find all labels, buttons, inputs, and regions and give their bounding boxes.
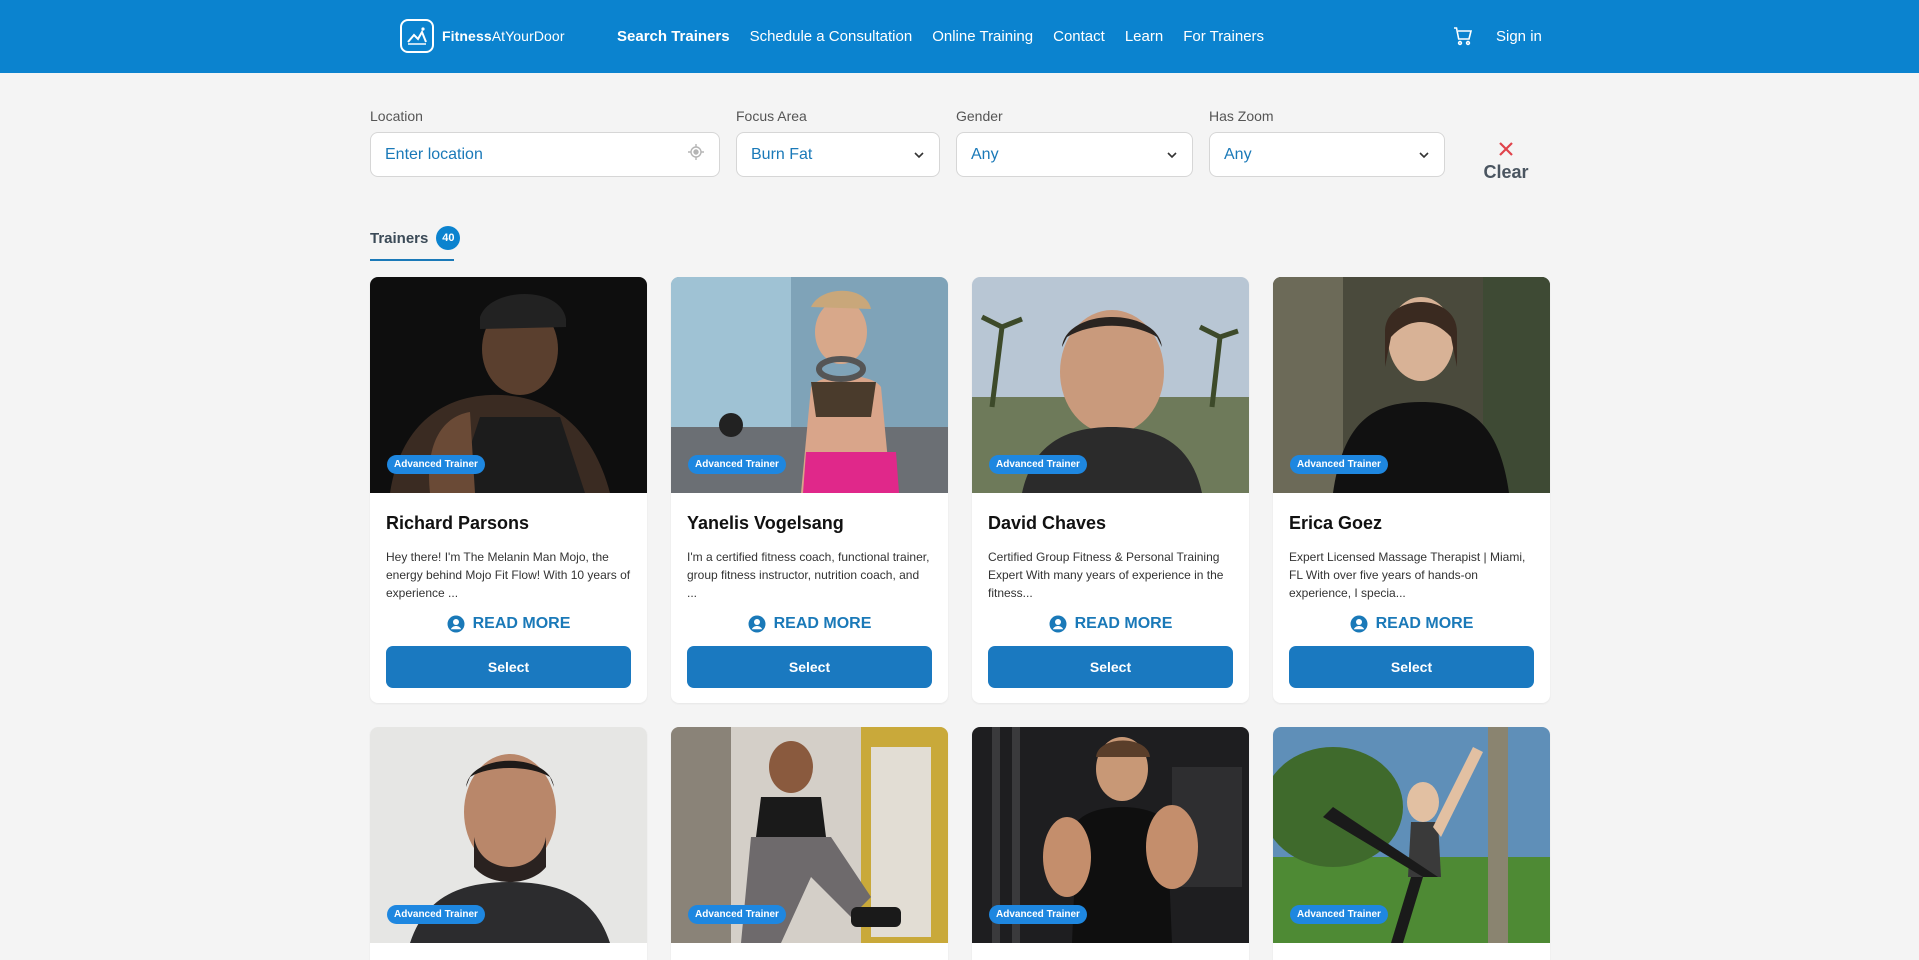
gender-label: Gender (956, 108, 1003, 124)
read-more-link[interactable]: READ MORE (687, 612, 932, 636)
has-zoom-label: Has Zoom (1209, 108, 1274, 124)
main-nav: Search Trainers Schedule a Consultation … (617, 0, 1264, 73)
level-badge: Advanced Trainer (387, 455, 485, 474)
trainer-photo[interactable]: Advanced Trainer (671, 277, 948, 493)
read-more-label: READ MORE (1074, 615, 1173, 632)
level-badge: Advanced Trainer (989, 455, 1087, 474)
trainer-bio: Expert Licensed Massage Therapist | Miam… (1289, 550, 1526, 600)
trainer-card: Advanced Trainer (1273, 727, 1550, 960)
trainer-name: David Chaves (988, 513, 1107, 533)
trainer-photo[interactable]: Advanced Trainer (671, 727, 948, 943)
focus-area-label: Focus Area (736, 108, 807, 124)
focus-area-select[interactable]: Burn Fat (736, 132, 940, 177)
top-navbar: Fitness AtYourDoor Search Trainers Schedu… (0, 0, 1919, 73)
level-badge: Advanced Trainer (989, 905, 1087, 924)
nav-contact[interactable]: Contact (1053, 28, 1105, 45)
user-circle-icon (748, 615, 766, 633)
trainer-photo[interactable]: Advanced Trainer (972, 277, 1249, 493)
select-button[interactable]: Select (988, 646, 1233, 688)
gender-select[interactable]: Any (956, 132, 1193, 177)
tab-trainers-label: Trainers (370, 229, 429, 247)
trainer-card: Advanced Trainer (671, 727, 948, 960)
clear-filters-button[interactable]: Clear (1482, 140, 1530, 183)
sign-in-link[interactable]: Sign in (1496, 0, 1542, 73)
focus-area-filter: Focus Area Burn Fat (736, 108, 940, 177)
logo-icon (400, 19, 434, 53)
select-button[interactable]: Select (386, 646, 631, 688)
trainer-photo[interactable]: Advanced Trainer (1273, 727, 1550, 943)
select-button[interactable]: Select (1289, 646, 1534, 688)
user-circle-icon (1049, 615, 1067, 633)
tab-underline (370, 259, 454, 261)
trainer-name: Yanelis Vogelsang (687, 513, 844, 533)
nav-online-training[interactable]: Online Training (932, 28, 1033, 45)
trainer-photo[interactable]: Advanced Trainer (370, 727, 647, 943)
location-input[interactable]: Enter location (370, 132, 720, 177)
chevron-down-icon (1167, 151, 1177, 158)
has-zoom-value: Any (1224, 145, 1252, 163)
focus-area-value: Burn Fat (751, 145, 813, 163)
trainer-bio: Hey there! I'm The Melanin Man Mojo, the… (386, 550, 631, 600)
brand-logo[interactable]: Fitness AtYourDoor (400, 19, 565, 53)
nav-search-trainers[interactable]: Search Trainers (617, 28, 730, 45)
chevron-down-icon (914, 151, 924, 158)
gender-filter: Gender Any (956, 108, 1193, 177)
trainer-bio: Certified Group Fitness & Personal Train… (988, 550, 1224, 600)
trainer-bio: I'm a certified fitness coach, functiona… (687, 550, 930, 600)
nav-learn[interactable]: Learn (1125, 28, 1163, 45)
trainer-photo[interactable]: Advanced Trainer (370, 277, 647, 493)
read-more-label: READ MORE (1375, 615, 1474, 632)
brand-name-bold: Fitness (442, 28, 492, 44)
cart-icon[interactable] (1451, 24, 1475, 48)
trainer-name: Erica Goez (1289, 513, 1383, 533)
read-more-label: READ MORE (472, 615, 571, 632)
read-more-link[interactable]: READ MORE (386, 612, 631, 636)
level-badge: Advanced Trainer (1290, 905, 1388, 924)
trainer-card: Advanced Trainer (972, 727, 1249, 960)
location-label: Location (370, 108, 423, 124)
read-more-link[interactable]: READ MORE (1289, 612, 1534, 636)
user-circle-icon (447, 615, 465, 633)
trainer-card: Advanced Trainer (370, 727, 647, 960)
chevron-down-icon (1419, 151, 1429, 158)
locate-icon[interactable] (687, 143, 705, 166)
trainer-count-badge: 40 (436, 226, 461, 250)
trainer-photo[interactable]: Advanced Trainer (1273, 277, 1550, 493)
level-badge: Advanced Trainer (688, 455, 786, 474)
trainer-card: Advanced Trainer Yanelis Vogelsang I'm a… (671, 277, 948, 703)
trainer-name: Richard Parsons (386, 513, 530, 533)
trainer-photo[interactable]: Advanced Trainer (972, 727, 1249, 943)
close-icon (1482, 140, 1530, 160)
brand-name-rest: AtYourDoor (491, 28, 565, 44)
user-circle-icon (1350, 615, 1368, 633)
trainer-card: Advanced Trainer Richard Parsons Hey the… (370, 277, 647, 703)
gender-value: Any (971, 145, 999, 163)
nav-schedule-consultation[interactable]: Schedule a Consultation (750, 28, 913, 45)
tab-trainers[interactable]: Trainers 40 (370, 226, 461, 250)
location-placeholder: Enter location (385, 145, 483, 163)
read-more-link[interactable]: READ MORE (988, 612, 1233, 636)
level-badge: Advanced Trainer (387, 905, 485, 924)
location-filter: Location Enter location (370, 108, 720, 177)
select-button[interactable]: Select (687, 646, 932, 688)
level-badge: Advanced Trainer (688, 905, 786, 924)
clear-label: Clear (1483, 162, 1529, 182)
read-more-label: READ MORE (773, 615, 872, 632)
nav-for-trainers[interactable]: For Trainers (1183, 28, 1264, 45)
level-badge: Advanced Trainer (1290, 455, 1388, 474)
trainer-card: Advanced Trainer Erica Goez Expert Licen… (1273, 277, 1550, 703)
has-zoom-filter: Has Zoom Any (1209, 108, 1445, 177)
trainer-card: Advanced Trainer David Chaves Certified … (972, 277, 1249, 703)
has-zoom-select[interactable]: Any (1209, 132, 1445, 177)
